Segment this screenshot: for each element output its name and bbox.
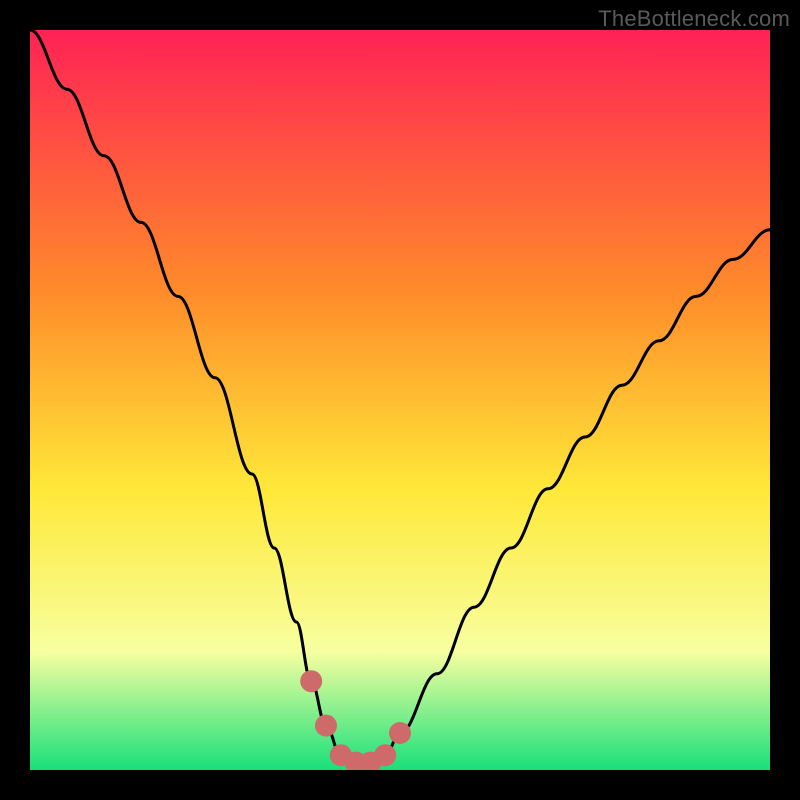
marker-point (374, 744, 396, 766)
watermark-text: TheBottleneck.com (598, 6, 790, 32)
marker-point (389, 722, 411, 744)
plot-area (30, 30, 770, 770)
gradient-background (30, 30, 770, 770)
marker-point (300, 670, 322, 692)
bottleneck-chart (30, 30, 770, 770)
marker-point (315, 715, 337, 737)
